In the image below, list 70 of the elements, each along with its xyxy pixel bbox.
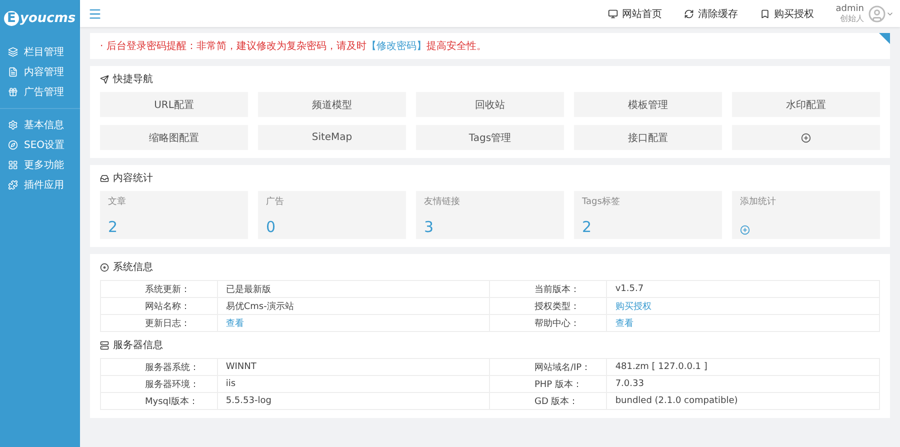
layers-icon <box>8 47 18 57</box>
puzzle-icon <box>8 180 18 190</box>
shortcut-button[interactable]: 接口配置 <box>574 125 722 150</box>
shortcut-button[interactable]: SiteMap <box>258 125 406 150</box>
stat-value: 0 <box>266 219 277 235</box>
card-title: 系统信息 <box>100 254 880 280</box>
avatar-icon[interactable] <box>868 4 886 22</box>
logo-text: youcms <box>20 10 76 26</box>
settings-icon <box>8 120 18 130</box>
field-label: 当前版本： <box>534 284 580 294</box>
plus-icon <box>740 225 750 235</box>
compass-icon <box>8 140 18 150</box>
bookmark-icon <box>760 8 770 18</box>
field-label: 帮助中心： <box>534 318 580 328</box>
field-label: 服务器环境： <box>145 380 199 390</box>
stat-label: Tags标签 <box>582 196 621 208</box>
field-value: 7.0.33 <box>615 379 644 389</box>
gift-icon <box>8 87 18 97</box>
stat-value: 2 <box>582 219 593 235</box>
document-icon <box>8 67 18 77</box>
logo-mark: E <box>4 10 19 26</box>
send-icon <box>100 74 109 84</box>
grid-icon <box>8 160 18 170</box>
field-label: 网站域名/IP： <box>534 362 591 372</box>
corner-flag <box>879 33 890 44</box>
stat-label: 友情链接 <box>424 196 461 208</box>
toolbar-link[interactable]: 网站首页 <box>608 6 662 20</box>
field-value: 5.5.53-log <box>226 396 272 406</box>
field-label: 系统更新： <box>145 284 190 294</box>
field-label: 服务器系统： <box>145 362 199 372</box>
shortcut-button[interactable]: 回收站 <box>416 92 564 117</box>
shortcut-button[interactable]: URL配置 <box>100 92 248 117</box>
field-label: 更新日志： <box>145 318 190 328</box>
user-name: admin <box>836 4 864 14</box>
field-value: iis <box>226 379 236 389</box>
field-value: bundled (2.1.0 compatible) <box>615 396 738 406</box>
user-role: 创始人 <box>840 14 864 24</box>
field-label: 授权类型： <box>534 302 580 312</box>
shortcut-button[interactable]: Tags管理 <box>416 125 564 150</box>
stat-value: 2 <box>108 219 119 235</box>
disc-icon <box>100 262 109 272</box>
stat-label: 添加统计 <box>740 196 777 208</box>
field-value: WINNT <box>226 362 256 372</box>
field-label: Mysql版本： <box>145 396 198 406</box>
card-title: 服务器信息 <box>100 332 880 358</box>
shortcut-button[interactable]: 水印配置 <box>732 92 880 117</box>
server-icon <box>100 340 109 350</box>
notice-text: · 后台登录密码提醒：非常简，建议修改为复杂密码，请及时【修改密码】提高安全性。 <box>100 41 486 52</box>
stat-label: 广告 <box>266 196 285 208</box>
stat-value: 3 <box>424 219 435 235</box>
refresh-icon <box>684 8 694 18</box>
card-title: 内容统计 <box>100 165 880 191</box>
field-value: 已是最新版 <box>226 284 271 294</box>
monitor-icon <box>608 8 618 18</box>
shortcut-button[interactable]: 频道模型 <box>258 92 406 117</box>
plus-icon <box>801 132 811 142</box>
stat-label: 文章 <box>108 196 127 208</box>
shortcut-button[interactable]: 模板管理 <box>574 92 722 117</box>
toolbar-link[interactable]: 清除缓存 <box>684 6 738 20</box>
menu-icon[interactable] <box>88 6 102 20</box>
field-label: GD 版本： <box>534 396 578 406</box>
field-label: 网站名称： <box>145 302 190 312</box>
toolbar-link[interactable]: 购买授权 <box>760 6 814 20</box>
field-value: 易优Cms-演示站 <box>226 302 294 312</box>
shortcut-button[interactable]: 缩略图配置 <box>100 125 248 150</box>
inbox-icon <box>100 174 109 182</box>
card-title: 快捷导航 <box>100 66 880 92</box>
field-value: 481.zm [ 127.0.0.1 ] <box>615 362 708 372</box>
field-value: v1.5.7 <box>615 284 644 294</box>
field-label: PHP 版本： <box>534 380 582 390</box>
